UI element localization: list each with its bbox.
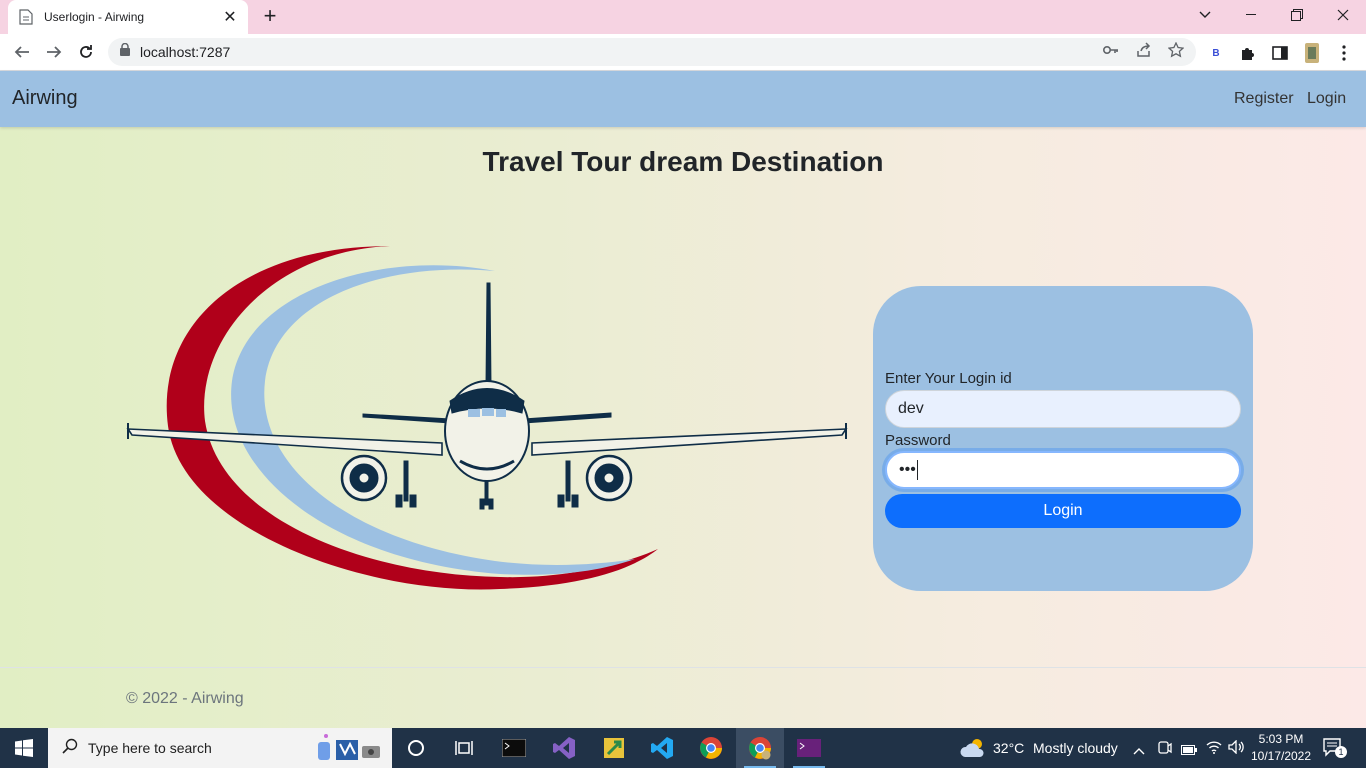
login-id-input[interactable]: dev <box>885 390 1241 428</box>
meet-now-icon[interactable] <box>1158 740 1172 761</box>
volume-icon[interactable] <box>1228 739 1244 759</box>
clock-time: 5:03 PM <box>1258 732 1304 746</box>
tray-chevron-up-icon[interactable] <box>1133 742 1145 760</box>
windows-taskbar: Type here to search 32°C Mostly cloudy 5… <box>0 728 1366 768</box>
page-favicon-icon <box>18 9 34 25</box>
taskbar-search-box[interactable]: Type here to search <box>48 728 392 768</box>
app-navbar: Airwing Register Login <box>0 71 1366 127</box>
lock-icon <box>120 42 130 61</box>
page-title: Travel Tour dream Destination <box>482 146 884 177</box>
text-cursor <box>916 460 918 480</box>
clock-date: 10/17/2022 <box>1250 749 1312 763</box>
browser-tab[interactable]: Userlogin - Airwing ✕ <box>8 0 248 34</box>
tab-title: Userlogin - Airwing <box>44 10 145 24</box>
weather-cloud-icon[interactable] <box>960 737 988 764</box>
web-page: Airwing Register Login Travel Tour dream… <box>0 71 1366 728</box>
profile-avatar-icon[interactable] <box>1302 43 1322 63</box>
password-label: Password <box>885 432 951 449</box>
password-masked-value: ••• <box>899 461 916 478</box>
search-placeholder: Type here to search <box>88 740 212 756</box>
footer-copyright: © 2022 - Airwing <box>126 690 244 707</box>
visual-studio-installer-icon[interactable] <box>590 728 638 768</box>
system-clock[interactable]: 5:03 PM 10/17/2022 <box>1248 731 1314 765</box>
password-input[interactable]: ••• <box>885 451 1241 489</box>
airplane-logo-illustration <box>126 246 848 590</box>
bookmark-star-icon[interactable] <box>1166 40 1186 60</box>
visual-studio-icon[interactable] <box>540 728 588 768</box>
tab-search-chevron-icon[interactable] <box>1182 0 1228 30</box>
restore-button[interactable] <box>1274 0 1320 30</box>
nav-login-link[interactable]: Login <box>1307 90 1346 108</box>
login-card: Enter Your Login id dev Password ••• Log… <box>873 286 1253 591</box>
back-arrow-icon[interactable] <box>10 40 34 64</box>
search-highlight-icon <box>316 732 382 768</box>
menu-kebab-icon[interactable] <box>1334 43 1354 63</box>
vscode-icon[interactable] <box>638 728 686 768</box>
notification-badge: 1 <box>1335 746 1347 758</box>
share-icon[interactable] <box>1134 40 1154 60</box>
nav-register-link[interactable]: Register <box>1234 90 1294 108</box>
chrome-icon[interactable] <box>687 728 735 768</box>
weather-temp[interactable]: 32°C <box>993 740 1024 756</box>
chrome-profile-active-icon[interactable] <box>736 728 784 768</box>
search-icon <box>62 738 78 759</box>
footer-divider <box>0 667 1366 668</box>
browser-toolbar: localhost:7287 B <box>0 34 1366 71</box>
new-tab-button[interactable]: + <box>258 5 282 29</box>
brand-link[interactable]: Airwing <box>12 87 78 110</box>
tab-close-icon[interactable]: ✕ <box>222 7 238 27</box>
cortana-icon[interactable] <box>392 728 440 768</box>
windows-start-icon[interactable] <box>0 728 48 768</box>
browser-tab-strip: Userlogin - Airwing ✕ + <box>0 0 1366 34</box>
close-window-button[interactable] <box>1320 0 1366 30</box>
vs-terminal-icon[interactable] <box>785 728 833 768</box>
minimize-button[interactable] <box>1228 0 1274 30</box>
notification-center-icon[interactable]: 1 <box>1323 738 1347 763</box>
extensions-puzzle-icon[interactable] <box>1238 43 1258 63</box>
side-panel-icon[interactable] <box>1270 43 1290 63</box>
reload-icon[interactable] <box>74 40 98 64</box>
weather-description[interactable]: Mostly cloudy <box>1033 740 1118 756</box>
terminal-app-icon[interactable] <box>490 728 538 768</box>
extension-b-icon[interactable]: B <box>1206 43 1226 63</box>
key-icon[interactable] <box>1101 40 1121 60</box>
login-id-label: Enter Your Login id <box>885 370 1012 387</box>
battery-icon[interactable] <box>1181 742 1197 760</box>
login-submit-button[interactable]: Login <box>885 494 1241 528</box>
forward-arrow-icon[interactable] <box>42 40 66 64</box>
address-bar[interactable]: localhost:7287 <box>108 38 1196 66</box>
task-view-icon[interactable] <box>440 728 488 768</box>
wifi-icon[interactable] <box>1206 740 1222 759</box>
url-text: localhost:7287 <box>140 44 231 60</box>
